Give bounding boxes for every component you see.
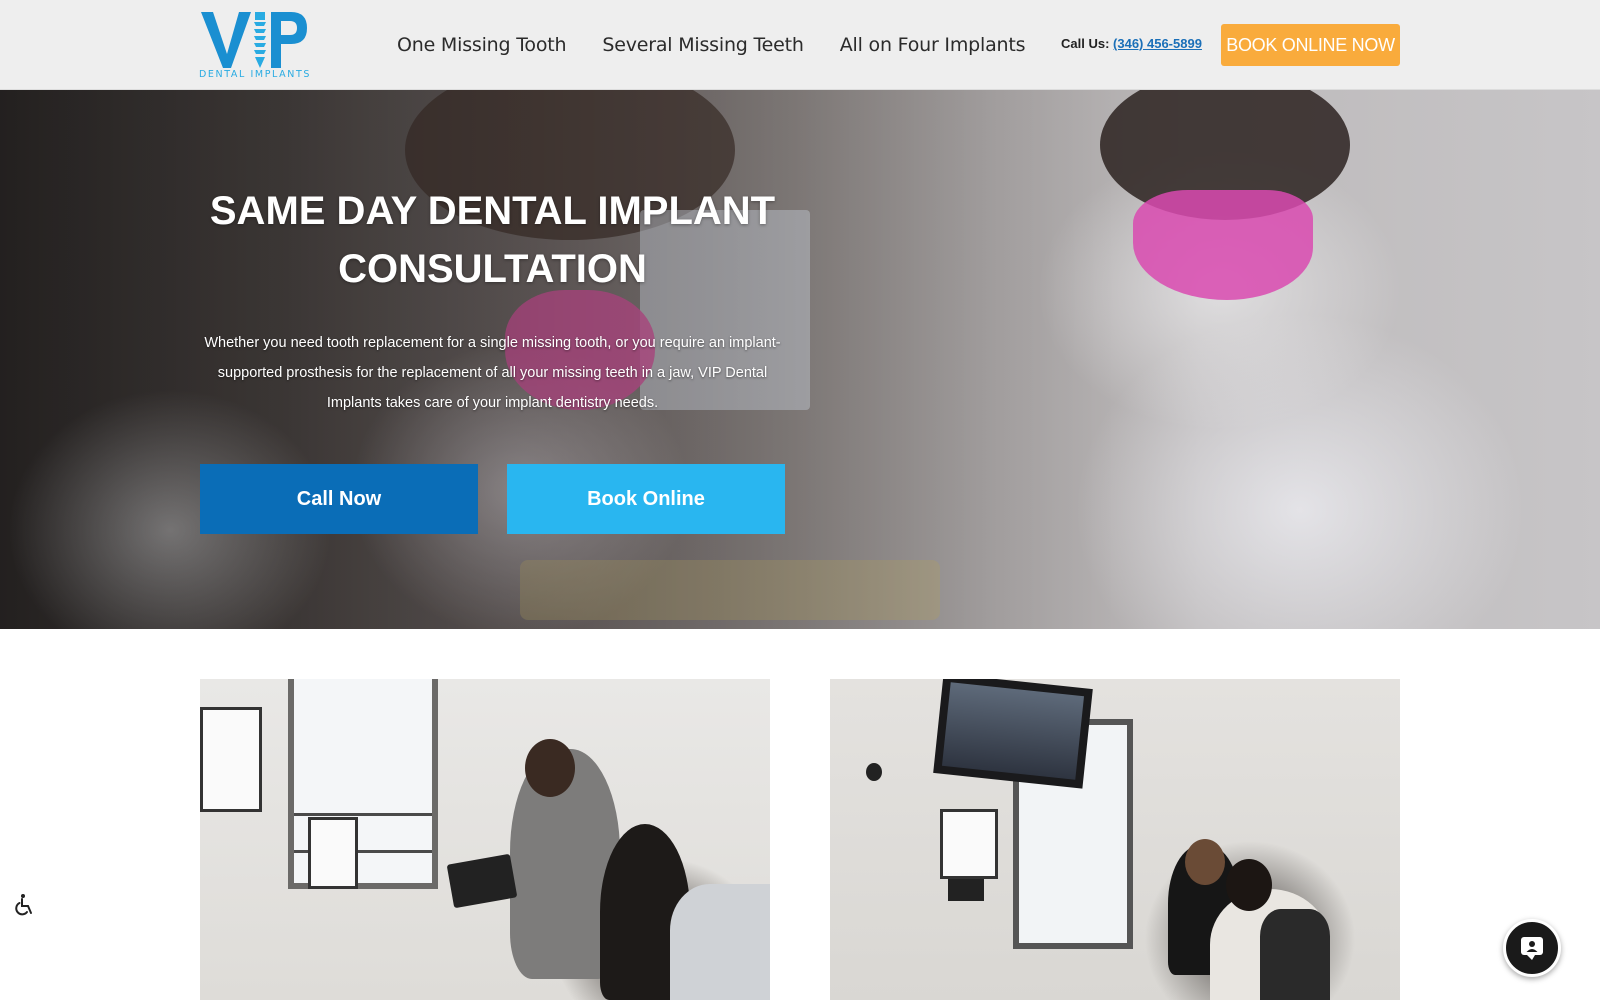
phone-link[interactable]: (346) 456-5899 (1113, 36, 1202, 51)
hero-section: SAME DAY DENTAL IMPLANT CONSULTATION Whe… (0, 90, 1600, 629)
photo-detail (940, 809, 998, 879)
call-now-button[interactable]: Call Now (200, 464, 478, 534)
logo-subtitle: DENTAL IMPLANTS (199, 69, 311, 80)
photo-detail (200, 707, 262, 812)
hero-description: Whether you need tooth replacement for a… (204, 335, 781, 411)
photo-detail (866, 763, 882, 781)
photo-detail (670, 884, 770, 1000)
site-header: DENTAL IMPLANTS One Missing Tooth Severa… (0, 0, 1600, 90)
photo-detail (446, 853, 518, 909)
logo-link[interactable]: DENTAL IMPLANTS (199, 8, 311, 82)
photo-detail (525, 739, 575, 797)
book-online-now-button[interactable]: BOOK ONLINE NOW (1221, 24, 1400, 66)
hero-title-line-1: SAME DAY DENTAL IMPLANT (209, 189, 776, 233)
consultation-photo (200, 679, 770, 1000)
photo-detail (1260, 909, 1330, 1000)
photo-detail (933, 679, 1093, 789)
book-online-button[interactable]: Book Online (507, 464, 785, 534)
call-us-label: Call Us: (1061, 36, 1110, 51)
photo-detail (1226, 859, 1272, 911)
xray-review-photo (830, 679, 1400, 1000)
nav-several-missing-teeth[interactable]: Several Missing Teeth (602, 34, 804, 56)
vip-logo (201, 12, 307, 68)
photo-detail (1185, 839, 1225, 885)
accessibility-button[interactable] (12, 893, 36, 917)
chat-button[interactable] (1503, 919, 1561, 977)
chat-icon (1521, 937, 1543, 960)
hero-title-line-2: CONSULTATION (338, 247, 647, 291)
hero-title: SAME DAY DENTAL IMPLANT CONSULTATION (200, 182, 785, 298)
wheelchair-icon (15, 894, 32, 916)
main-nav: One Missing Tooth Several Missing Teeth … (397, 0, 1026, 90)
photo-detail (948, 879, 984, 901)
photo-detail (308, 817, 358, 889)
nav-one-missing-tooth[interactable]: One Missing Tooth (397, 34, 567, 56)
nav-all-on-four-implants[interactable]: All on Four Implants (840, 34, 1026, 56)
call-us: Call Us: (346) 456-5899 (1061, 36, 1202, 51)
